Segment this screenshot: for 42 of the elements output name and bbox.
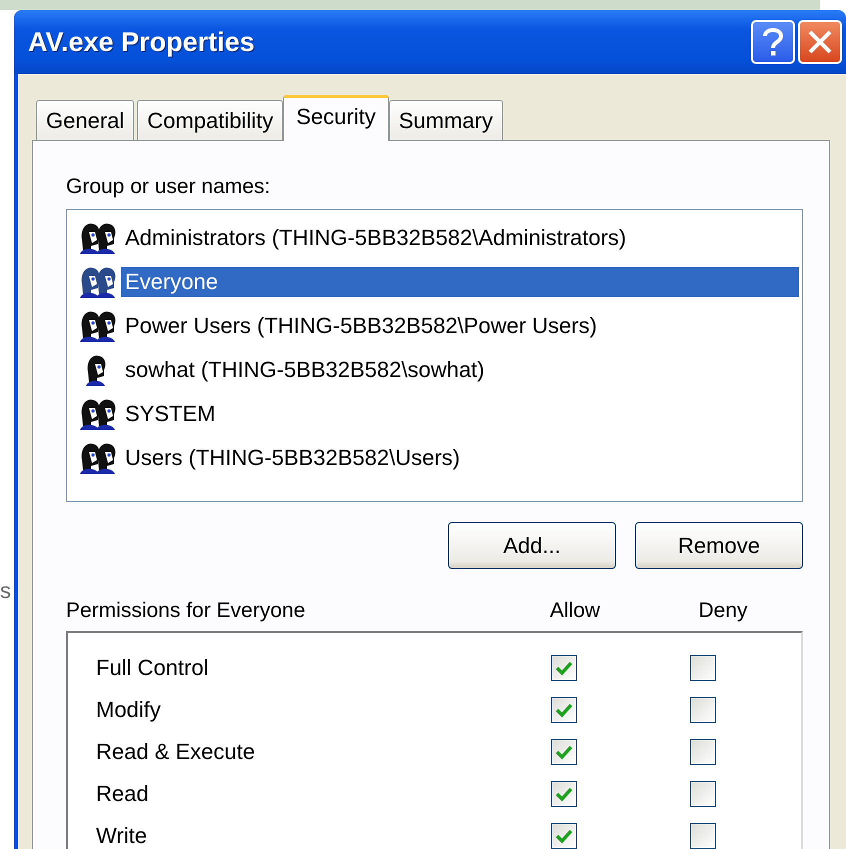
list-item[interactable]: sowhat (THING-5BB32B582\sowhat) <box>121 355 799 385</box>
column-header: Deny <box>697 599 749 623</box>
check-icon <box>555 786 573 802</box>
list-label: Group or user names: <box>66 175 272 199</box>
permissions-label: Permissions for Everyone <box>66 599 306 623</box>
checkbox[interactable] <box>551 739 577 765</box>
check-icon <box>555 702 573 718</box>
permission-name: Write <box>96 823 148 849</box>
remove-button[interactable]: Remove <box>635 522 803 569</box>
checkbox[interactable] <box>551 781 577 807</box>
check-icon <box>555 828 573 844</box>
permission-name: Full Control <box>96 655 210 681</box>
help-button[interactable] <box>751 20 795 64</box>
list-item[interactable]: SYSTEM <box>121 399 799 429</box>
tab[interactable]: Summary <box>388 100 503 140</box>
checkbox[interactable] <box>690 781 716 807</box>
column-header: Allow <box>548 599 602 623</box>
tab[interactable]: General <box>36 100 134 140</box>
permission-name: Read <box>96 781 150 807</box>
tab[interactable]: Security <box>283 95 389 141</box>
close-icon <box>807 29 833 55</box>
checkbox[interactable] <box>551 655 577 681</box>
checkbox[interactable] <box>551 823 577 849</box>
checkbox[interactable] <box>690 655 716 681</box>
list-item[interactable]: Users (THING-5BB32B582\Users) <box>121 443 799 473</box>
window-title: AV.exe Properties <box>28 26 256 58</box>
question-mark-icon <box>760 26 786 58</box>
list-item[interactable]: Everyone <box>121 267 799 297</box>
background-text: s <box>0 578 11 604</box>
permission-name: Modify <box>96 697 162 723</box>
close-button[interactable] <box>798 20 842 64</box>
add-button[interactable]: Add... <box>448 522 616 569</box>
permission-name: Read & Execute <box>96 739 256 765</box>
tab[interactable]: Compatibility <box>137 100 284 140</box>
list-item[interactable]: Administrators (THING-5BB32B582\Administrators) <box>121 223 799 253</box>
checkbox[interactable] <box>690 739 716 765</box>
checkbox[interactable] <box>690 697 716 723</box>
check-icon <box>555 744 573 760</box>
checkbox[interactable] <box>551 697 577 723</box>
checkbox[interactable] <box>690 823 716 849</box>
list-item[interactable]: Power Users (THING-5BB32B582\Power Users) <box>121 311 799 341</box>
check-icon <box>555 660 573 676</box>
